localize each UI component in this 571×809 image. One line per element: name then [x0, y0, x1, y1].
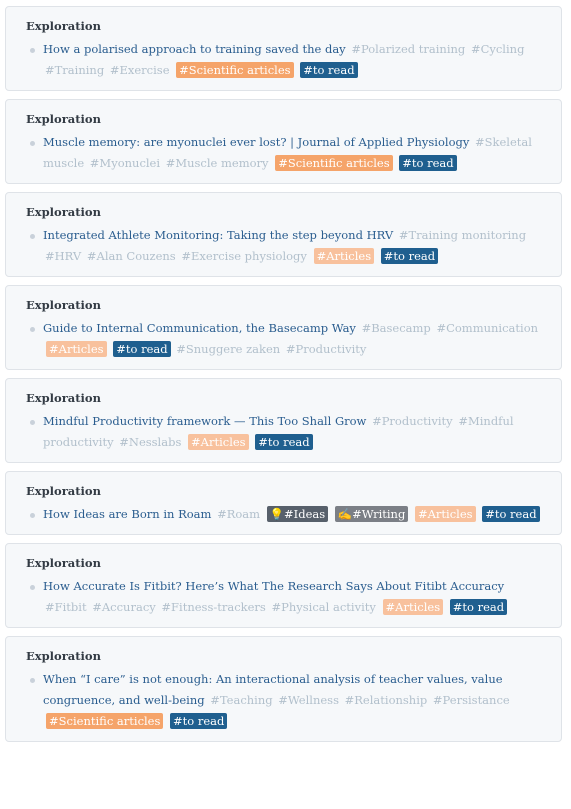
card-header: Exploration — [26, 484, 101, 498]
list-item: Guide to Internal Communication, the Bas… — [26, 318, 541, 360]
list-item: When “I care” is not enough: An interact… — [26, 669, 541, 732]
tag-link[interactable]: #HRV — [45, 249, 81, 263]
tag-link[interactable]: #Communication — [436, 321, 538, 335]
exploration-card: Exploration How Accurate Is Fitbit? Here’… — [5, 543, 562, 628]
tag-pill[interactable]: #Articles — [188, 434, 249, 450]
exploration-card: Exploration Integrated Athlete Monitoring… — [5, 192, 562, 277]
item-text: How Accurate Is Fitbit? Here’s What The … — [43, 576, 541, 618]
bullet-icon[interactable] — [30, 678, 35, 683]
bullet-icon[interactable] — [30, 327, 35, 332]
tag-pill[interactable]: #Scientific articles — [176, 62, 294, 78]
tag-link[interactable]: #Basecamp — [362, 321, 431, 335]
bullet-icon[interactable] — [30, 141, 35, 146]
list-item: How Accurate Is Fitbit? Here’s What The … — [26, 576, 541, 618]
card-header: Exploration — [26, 19, 101, 33]
tag-link[interactable]: #Teaching — [210, 693, 272, 707]
exploration-card: Exploration Muscle memory: are myonuclei … — [5, 99, 562, 184]
exploration-card: Exploration How a polarised approach to t… — [5, 6, 562, 91]
item-text: Mindful Productivity framework — This To… — [43, 411, 541, 453]
bullet-icon[interactable] — [30, 234, 35, 239]
tag-pill[interactable]: #to read — [113, 341, 171, 357]
list-item: Mindful Productivity framework — This To… — [26, 411, 541, 453]
tag-pill[interactable]: #Articles — [382, 599, 444, 615]
tag-pill[interactable]: #to read — [170, 713, 228, 729]
exploration-list: Exploration How a polarised approach to t… — [0, 0, 571, 742]
tag-link[interactable]: #Training — [45, 63, 104, 77]
item-text: When “I care” is not enough: An interact… — [43, 669, 541, 732]
tag-link[interactable]: #Snuggere zaken — [176, 342, 280, 356]
tag-link[interactable]: #Productivity — [286, 342, 367, 356]
tag-link[interactable]: #Fitbit — [45, 600, 87, 614]
card-header: Exploration — [26, 649, 101, 663]
tag-link[interactable]: #Polarized training — [351, 42, 465, 56]
card-header: Exploration — [26, 298, 101, 312]
exploration-card: Exploration When “I care” is not enough: … — [5, 636, 562, 742]
tag-link[interactable]: #Productivity — [372, 414, 453, 428]
tag-pill[interactable]: 💡#Ideas — [266, 506, 329, 522]
item-text: How a polarised approach to training sav… — [43, 39, 541, 81]
exploration-card: Exploration How Ideas are Born in Roam #R… — [5, 471, 562, 535]
tag-pill[interactable]: #Articles — [46, 341, 107, 357]
item-text: Muscle memory: are myonuclei ever lost? … — [43, 132, 541, 174]
item-text: Guide to Internal Communication, the Bas… — [43, 318, 541, 360]
article-link[interactable]: Mindful Productivity framework — This To… — [43, 414, 366, 428]
article-link[interactable]: How Ideas are Born in Roam — [43, 507, 211, 521]
tag-link[interactable]: #Exercise physiology — [181, 249, 307, 263]
tag-link[interactable]: #Exercise — [110, 63, 170, 77]
article-link[interactable]: How a polarised approach to training sav… — [43, 42, 346, 56]
tag-link[interactable]: #Myonuclei — [90, 156, 160, 170]
tag-pill[interactable]: #to read — [449, 599, 508, 615]
tag-link[interactable]: #Wellness — [278, 693, 339, 707]
tag-link[interactable]: #Roam — [217, 507, 260, 521]
card-header: Exploration — [26, 112, 101, 126]
tag-pill[interactable]: #Articles — [313, 248, 375, 264]
bullet-icon[interactable] — [30, 513, 35, 518]
list-item: How Ideas are Born in Roam #Roam 💡#Ideas… — [26, 504, 541, 525]
tag-pill[interactable]: #to read — [255, 434, 313, 450]
tag-pill[interactable]: #Scientific articles — [275, 155, 393, 171]
tag-link[interactable]: #Nesslabs — [119, 435, 181, 449]
tag-pill[interactable]: ✍️#Writing — [334, 506, 409, 522]
tag-pill[interactable]: #to read — [482, 506, 540, 522]
list-item: How a polarised approach to training sav… — [26, 39, 541, 81]
item-text: How Ideas are Born in Roam #Roam 💡#Ideas… — [43, 504, 540, 525]
exploration-card: Exploration Guide to Internal Communicati… — [5, 285, 562, 370]
tag-pill[interactable]: #to read — [380, 248, 439, 264]
tag-link[interactable]: #Accuracy — [92, 600, 156, 614]
list-item: Muscle memory: are myonuclei ever lost? … — [26, 132, 541, 174]
tag-link[interactable]: #Muscle memory — [166, 156, 269, 170]
item-text: Integrated Athlete Monitoring: Taking th… — [43, 225, 541, 267]
exploration-card: Exploration Mindful Productivity framewor… — [5, 378, 562, 463]
article-link[interactable]: Muscle memory: are myonuclei ever lost? … — [43, 135, 469, 149]
tag-pill[interactable]: #Scientific articles — [46, 713, 164, 729]
tag-link[interactable]: #Physical activity — [271, 600, 375, 614]
article-link[interactable]: Guide to Internal Communication, the Bas… — [43, 321, 356, 335]
card-header: Exploration — [26, 556, 101, 570]
tag-pill[interactable]: #to read — [300, 62, 358, 78]
article-link[interactable]: How Accurate Is Fitbit? Here’s What The … — [43, 579, 504, 593]
list-item: Integrated Athlete Monitoring: Taking th… — [26, 225, 541, 267]
tag-link[interactable]: #Persistance — [433, 693, 510, 707]
bullet-icon[interactable] — [30, 48, 35, 53]
card-header: Exploration — [26, 391, 101, 405]
tag-link[interactable]: #Relationship — [345, 693, 428, 707]
tag-link[interactable]: #Training monitoring — [399, 228, 526, 242]
tag-pill[interactable]: #Articles — [414, 506, 476, 522]
tag-link[interactable]: #Alan Couzens — [87, 249, 176, 263]
tag-link[interactable]: #Cycling — [471, 42, 525, 56]
tag-link[interactable]: #Fitness-trackers — [161, 600, 265, 614]
tag-pill[interactable]: #to read — [399, 155, 457, 171]
bullet-icon[interactable] — [30, 585, 35, 590]
bullet-icon[interactable] — [30, 420, 35, 425]
card-header: Exploration — [26, 205, 101, 219]
article-link[interactable]: Integrated Athlete Monitoring: Taking th… — [43, 228, 393, 242]
